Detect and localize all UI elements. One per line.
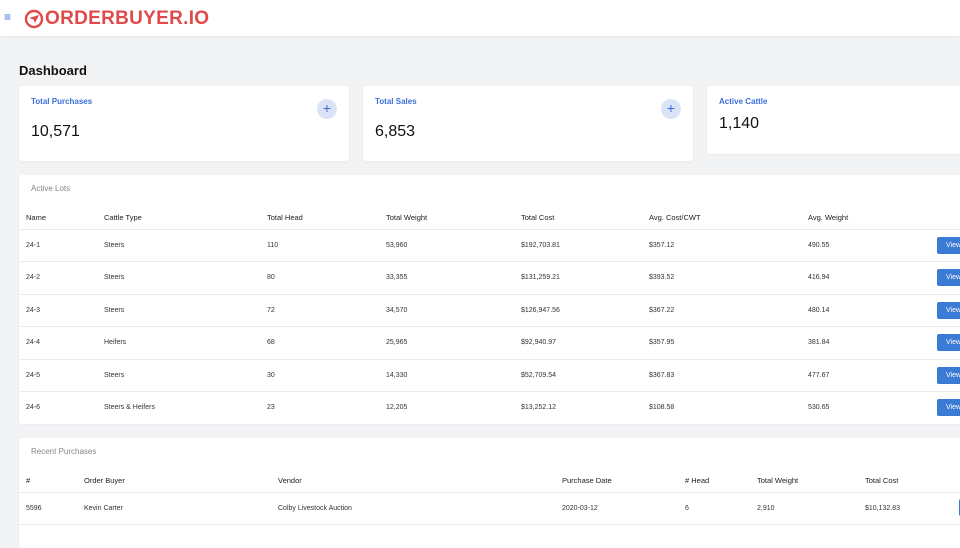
avg-weight: 416.94 xyxy=(808,274,830,281)
divider xyxy=(19,524,960,525)
view-lot-button[interactable]: View xyxy=(937,302,960,319)
avg-weight: 477.67 xyxy=(808,372,830,379)
total-cost: $52,709.54 xyxy=(521,372,557,379)
lot-name: 24-5 xyxy=(26,372,41,379)
cattle-type: Steers xyxy=(104,307,125,314)
view-lot-button[interactable]: View xyxy=(937,334,960,351)
cattle-type: Steers xyxy=(104,274,125,281)
lot-name: 24-3 xyxy=(26,307,41,314)
hamburger-icon[interactable]: ≡ xyxy=(4,11,11,23)
card-total-purchases: Total Purchases 10,571 + xyxy=(19,86,349,161)
divider xyxy=(19,359,960,360)
card-label: Total Sales xyxy=(375,97,417,106)
view-lot-button[interactable]: View xyxy=(937,269,960,286)
top-bar: ≡ ORDERBUYER.IO xyxy=(0,0,960,36)
cattle-type: Steers & Heifers xyxy=(104,404,155,411)
avg-weight: 381.84 xyxy=(808,339,830,346)
avg-weight: 480.14 xyxy=(808,307,830,314)
purchase-id: 5596 xyxy=(26,505,42,512)
recent-purchases-panel: Recent Purchases # Order Buyer Vendor Pu… xyxy=(19,438,960,548)
total-cost: $126,947.56 xyxy=(521,307,560,314)
panel-title: Active Lots xyxy=(31,184,71,193)
avg-cost-cwt: $357.12 xyxy=(649,242,675,249)
column-header[interactable]: Total Weight xyxy=(386,213,427,222)
active-lots-panel: Active Lots Name Cattle Type Total Head … xyxy=(19,175,960,424)
total-head: 80 xyxy=(267,274,275,281)
column-header[interactable]: Avg. Cost/CWT xyxy=(649,213,701,222)
card-value: 10,571 xyxy=(31,123,80,140)
lot-name: 24-6 xyxy=(26,404,41,411)
logo[interactable]: ORDERBUYER.IO xyxy=(24,8,209,30)
total-cost: $13,252.12 xyxy=(521,404,557,411)
card-label: Total Purchases xyxy=(31,97,93,106)
total-weight: 25,965 xyxy=(386,339,408,346)
divider xyxy=(19,326,960,327)
total-cost: $10,132.83 xyxy=(865,505,901,512)
panel-title: Recent Purchases xyxy=(31,447,97,456)
view-lot-button[interactable]: View xyxy=(937,399,960,416)
total-cost: $131,259.21 xyxy=(521,274,560,281)
total-weight: 12,205 xyxy=(386,404,408,411)
column-header[interactable]: Purchase Date xyxy=(562,476,612,485)
purchase-date: 2020-03-12 xyxy=(562,505,598,512)
divider xyxy=(19,492,960,493)
total-cost: $92,940.97 xyxy=(521,339,557,346)
divider xyxy=(19,294,960,295)
column-header[interactable]: Total Weight xyxy=(757,476,798,485)
add-sale-button[interactable]: + xyxy=(661,99,681,119)
column-header[interactable]: Total Cost xyxy=(521,213,554,222)
add-purchase-button[interactable]: + xyxy=(317,99,337,119)
divider xyxy=(19,391,960,392)
card-active-cattle: Active Cattle 1,140 xyxy=(707,86,960,154)
total-head: 110 xyxy=(267,242,279,249)
order-buyer: Kevin Carter xyxy=(84,505,123,512)
column-header[interactable]: Name xyxy=(26,213,46,222)
lot-name: 24-4 xyxy=(26,339,41,346)
divider xyxy=(19,229,960,230)
card-value: 1,140 xyxy=(719,115,760,132)
total-weight: 2,910 xyxy=(757,505,775,512)
avg-weight: 530.65 xyxy=(808,404,830,411)
total-weight: 33,355 xyxy=(386,274,408,281)
total-weight: 34,570 xyxy=(386,307,408,314)
column-header[interactable]: Avg. Weight xyxy=(808,213,848,222)
column-header[interactable]: Vendor xyxy=(278,476,302,485)
cattle-type: Steers xyxy=(104,242,125,249)
total-head: 23 xyxy=(267,404,275,411)
total-weight: 53,960 xyxy=(386,242,408,249)
column-header[interactable]: # Head xyxy=(685,476,709,485)
total-cost: $192,703.81 xyxy=(521,242,560,249)
card-total-sales: Total Sales 6,853 + xyxy=(363,86,693,161)
avg-cost-cwt: $393.52 xyxy=(649,274,675,281)
page-title: Dashboard xyxy=(19,63,87,78)
head-count: 6 xyxy=(685,505,689,512)
avg-weight: 490.55 xyxy=(808,242,830,249)
view-lot-button[interactable]: View xyxy=(937,367,960,384)
lot-name: 24-1 xyxy=(26,242,41,249)
avg-cost-cwt: $367.22 xyxy=(649,307,675,314)
total-weight: 14,330 xyxy=(386,372,408,379)
cattle-type: Steers xyxy=(104,372,125,379)
vendor: Colby Livestock Auction xyxy=(278,505,352,512)
column-header[interactable]: Order Buyer xyxy=(84,476,125,485)
logo-text: ORDERBUYER.IO xyxy=(45,8,210,29)
column-header[interactable]: Total Head xyxy=(267,213,303,222)
lot-name: 24-2 xyxy=(26,274,41,281)
total-head: 72 xyxy=(267,307,275,314)
card-value: 6,853 xyxy=(375,123,416,140)
avg-cost-cwt: $357.95 xyxy=(649,339,675,346)
column-header[interactable]: Cattle Type xyxy=(104,213,142,222)
divider xyxy=(19,261,960,262)
view-lot-button[interactable]: View xyxy=(937,237,960,254)
column-header[interactable]: # xyxy=(26,476,30,485)
avg-cost-cwt: $367.83 xyxy=(649,372,675,379)
total-head: 30 xyxy=(267,372,275,379)
cattle-type: Heifers xyxy=(104,339,127,346)
column-header[interactable]: Total Cost xyxy=(865,476,898,485)
logo-icon xyxy=(24,9,44,29)
total-head: 68 xyxy=(267,339,275,346)
card-label: Active Cattle xyxy=(719,97,768,106)
avg-cost-cwt: $108.58 xyxy=(649,404,675,411)
